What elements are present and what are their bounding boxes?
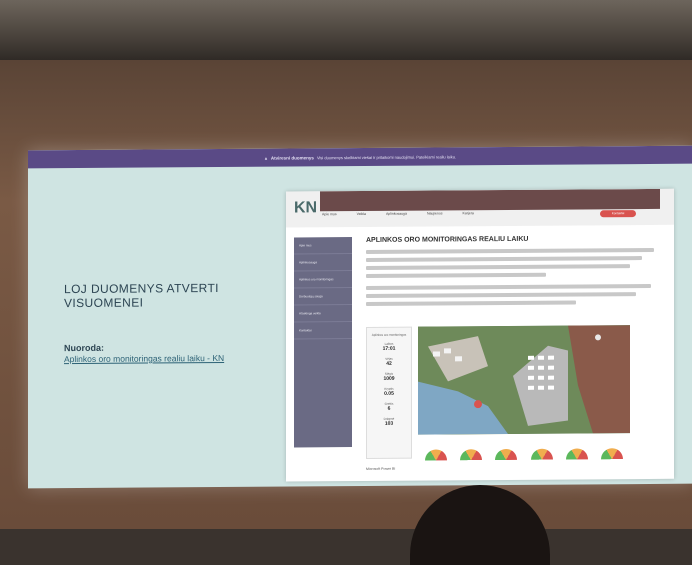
stat-value: 1009 xyxy=(383,375,395,382)
projection-screen: ▲ Atviresni duomenys Visi duomenys skelb… xyxy=(28,145,692,489)
text-line xyxy=(366,300,576,306)
site-nav: Apie mus Veikla Aplinkosauga Naujienos K… xyxy=(322,211,474,216)
text-line xyxy=(366,292,636,298)
side-menu-item[interactable]: Atsakinga veikla xyxy=(294,305,352,323)
contact-button[interactable]: Kontaktai xyxy=(600,210,636,218)
side-menu-item[interactable]: Darbuotojų sauga xyxy=(294,288,352,306)
text-line xyxy=(366,264,630,270)
powered-by-label: Microsoft Power BI xyxy=(366,466,396,471)
site-header: KN Apie mus Veikla Aplinkosauga Naujieno… xyxy=(286,188,674,228)
side-menu: Apie mus Aplinkosauga Aplinkos oro monit… xyxy=(294,237,352,448)
aerial-map[interactable] xyxy=(418,325,630,435)
stat-value: 0.05 xyxy=(384,390,394,397)
reference-link[interactable]: Aplinkos oro monitoringas realiu laiku -… xyxy=(64,353,224,364)
gauge-chart xyxy=(601,448,624,460)
gauge-chart xyxy=(459,449,482,461)
text-line xyxy=(366,272,546,278)
stat-value: 42 xyxy=(386,360,392,367)
side-menu-item[interactable]: Aplinkosauga xyxy=(294,254,352,272)
stat-item: Laikas 17:01 xyxy=(367,342,411,352)
stat-item: Vėjas 42 xyxy=(367,357,411,367)
ceiling xyxy=(0,0,692,60)
text-line xyxy=(366,247,654,254)
stats-panel: Aplinkos oro monitoringas Laikas 17:01 V… xyxy=(366,326,412,459)
banner-bold: Atviresni duomenys xyxy=(270,154,314,161)
stat-item: Drėgmė 103 xyxy=(367,417,411,427)
side-menu-item[interactable]: Kontaktai xyxy=(294,322,352,340)
stat-item: Greitis 6 xyxy=(367,402,411,412)
gauge-row xyxy=(418,435,630,461)
text-line xyxy=(366,283,651,290)
nav-item[interactable]: Apie mus xyxy=(322,212,337,216)
page-title: APLINKOS ORO MONITORINGAS REALIU LAIKU xyxy=(366,235,529,244)
gauge-chart xyxy=(530,448,553,460)
text-line xyxy=(366,256,642,262)
gauge-chart xyxy=(495,448,518,461)
gauge-chart xyxy=(565,448,588,460)
nav-item[interactable]: Veikla xyxy=(357,212,366,216)
stat-value: 103 xyxy=(384,420,394,427)
banner-text: Visi duomenys skelbiami viešai ir pritai… xyxy=(316,153,457,160)
main-content: APLINKOS ORO MONITORINGAS REALIU LAIKU A… xyxy=(366,235,666,477)
side-menu-item[interactable]: Apie mus xyxy=(294,237,352,255)
gauge-chart xyxy=(424,449,447,461)
reference-label: Nuoroda: xyxy=(64,342,104,354)
website-screenshot: KN Apie mus Veikla Aplinkosauga Naujieno… xyxy=(286,188,674,482)
nav-item[interactable]: Karjera xyxy=(463,211,474,215)
stat-item: Kryptis 0.05 xyxy=(367,387,411,397)
warning-icon: ▲ xyxy=(263,155,268,161)
nav-item[interactable]: Naujienos xyxy=(427,211,443,215)
header-strip xyxy=(320,188,660,212)
stat-value: 6 xyxy=(387,405,391,412)
side-menu-item[interactable]: Aplinkos oro monitoringas xyxy=(294,271,352,289)
stat-item: Slėgis 1009 xyxy=(367,372,411,382)
stat-value: 17:01 xyxy=(382,345,396,352)
stats-header: Aplinkos oro monitoringas xyxy=(371,332,407,337)
info-banner: ▲ Atviresni duomenys Visi duomenys skelb… xyxy=(28,145,692,169)
nav-item[interactable]: Aplinkosauga xyxy=(386,212,407,216)
map-graphic xyxy=(418,325,630,435)
slide-title: LOJ DUOMENYS ATVERTI VISUOMENEI xyxy=(64,280,219,311)
kn-logo-icon: KN xyxy=(294,199,318,217)
